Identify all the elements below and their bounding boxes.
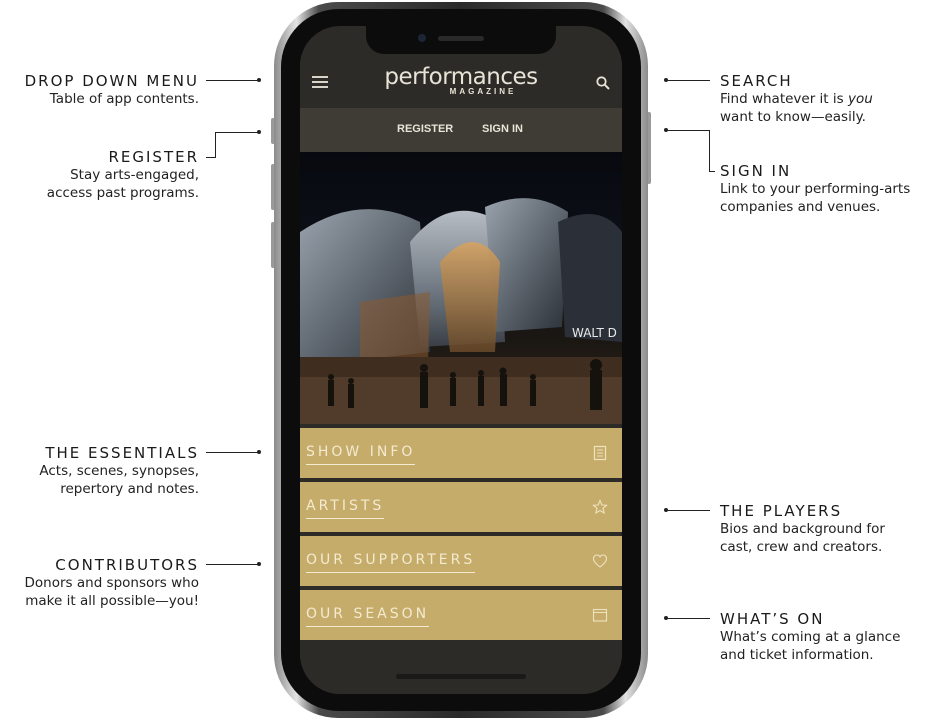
leader-line [666,80,710,81]
annotation-desc: Acts, scenes, synopses, [39,463,199,479]
annotation-search: SEARCH Find whatever it is you want to k… [720,72,873,126]
camera-icon [418,34,426,42]
annotation-desc: repertory and notes. [60,481,199,497]
annotation-desc-part: Find whatever it is [720,91,848,107]
annotation-signin: SIGN IN Link to your performing-arts com… [720,162,910,216]
menu-item-label: OUR SUPPORTERS [306,552,476,573]
annotation-desc: What’s coming at a glance [720,629,901,645]
annotation-title: SEARCH [720,72,793,90]
menu-item-our-supporters[interactable]: OUR SUPPORTERS [300,536,622,586]
leader-line [666,510,710,511]
search-icon[interactable] [596,76,610,90]
star-icon [592,499,608,515]
phone-notch [366,26,556,54]
hero-sign-text: WALT D [572,326,617,340]
annotation-desc: make it all possible—you! [25,593,199,609]
annotation-register: REGISTER Stay arts-engaged, access past … [47,148,199,202]
annotation-desc: and ticket information. [720,647,874,663]
menu-item-label: OUR SEASON [306,606,430,627]
menu-item-show-info[interactable]: SHOW INFO [300,428,622,478]
annotation-desc: Find whatever it is you [720,90,873,108]
annotation-title: THE ESSENTIALS [45,444,199,462]
heart-icon [592,554,608,568]
annotation-contributors: CONTRIBUTORS Donors and sponsors who mak… [25,556,199,610]
annotation-desc: Link to your performing-arts [720,181,911,197]
leader-line [666,618,710,619]
hero-image: WALT D [300,152,622,424]
menu-item-label: SHOW INFO [306,444,416,465]
annotation-desc: Table of app contents. [49,91,199,107]
leader-dot [257,450,261,454]
leader-dot [257,130,261,134]
speaker-grille [438,36,484,41]
annotation-desc: Donors and sponsors who [24,575,199,591]
annotation-desc-emphasis: you [847,91,873,107]
annotation-essentials: THE ESSENTIALS Acts, scenes, synopses, r… [39,444,199,498]
annotation-title: THE PLAYERS [720,502,843,520]
leader-dot [257,562,261,566]
annotation-desc: access past programs. [46,185,199,201]
menu-item-label: ARTISTS [306,498,385,519]
concert-hall-photo: WALT D [300,198,622,424]
account-bar: REGISTER SIGN IN [300,108,622,152]
leader-line [206,452,258,453]
annotation-title: WHAT’S ON [720,610,825,628]
leader-dot [257,78,261,82]
annotation-title: CONTRIBUTORS [55,556,199,574]
logo-subtitle: MAGAZINE [449,87,517,96]
leader-line [215,132,258,133]
menu-item-our-season[interactable]: OUR SEASON [300,590,622,640]
leader-line [206,80,258,81]
sign-in-link[interactable]: SIGN IN [482,123,523,135]
annotation-desc: cast, crew and creators. [720,539,883,555]
calendar-icon [592,608,608,622]
annotation-players: THE PLAYERS Bios and background for cast… [720,502,885,556]
leader-line [215,132,216,158]
leader-line [709,171,715,172]
annotation-desc: companies and venues. [720,199,881,215]
leader-line [666,130,710,131]
annotation-title: SIGN IN [720,162,792,180]
home-indicator[interactable] [396,674,526,679]
app-logo[interactable]: performances MAGAZINE [300,64,622,96]
annotation-desc: want to know—easily. [720,109,866,125]
register-link[interactable]: REGISTER [397,123,453,135]
annotation-dropdown-menu: DROP DOWN MENU Table of app contents. [25,72,199,108]
annotation-desc: Stay arts-engaged, [70,167,199,183]
menu-item-artists[interactable]: ARTISTS [300,482,622,532]
phone-screen: performances MAGAZINE REGISTER SIGN IN W… [300,26,622,694]
annotation-title: REGISTER [108,148,199,166]
leader-line [206,564,258,565]
annotation-desc: Bios and background for [720,521,885,537]
annotation-title: DROP DOWN MENU [24,72,199,90]
bottom-bar [300,640,622,694]
app-header: performances MAGAZINE [300,54,622,108]
leader-line [709,130,710,172]
annotation-whats-on: WHAT’S ON What’s coming at a glance and … [720,610,900,664]
document-icon [593,445,607,461]
